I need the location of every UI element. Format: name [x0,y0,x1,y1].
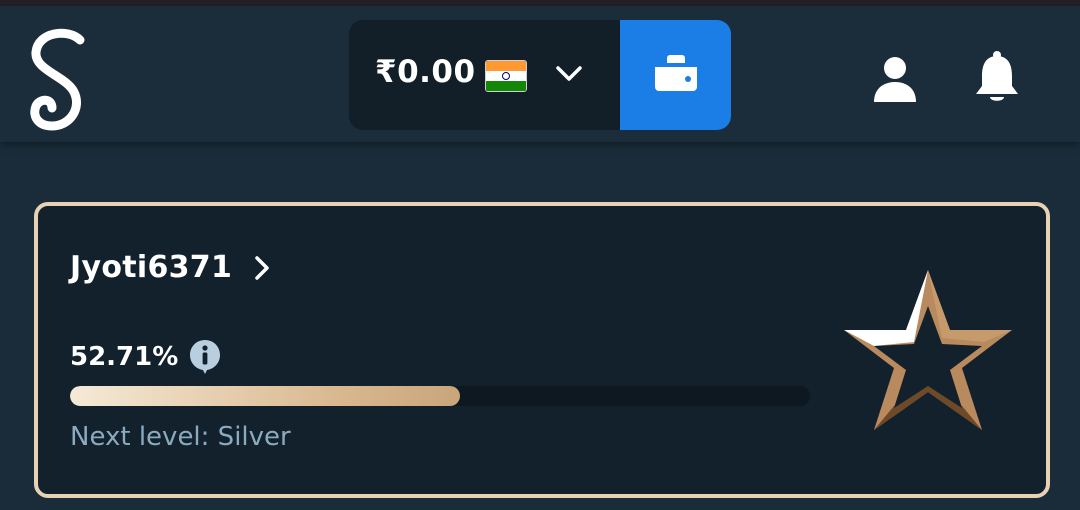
vip-progress-card: Jyoti6371 52.71% Next level: Silver [34,202,1050,498]
progress-fill [70,386,461,406]
balance-group: ₹0.00 [349,20,731,130]
brand-logo-icon[interactable] [22,26,98,136]
username-link[interactable]: Jyoti6371 [70,250,272,285]
progress-percent: 52.71% [70,342,179,372]
user-icon[interactable] [870,54,920,104]
next-level-label: Next level: Silver [70,422,291,452]
wallet-icon [655,55,697,91]
progress-row: 52.71% [70,338,222,376]
india-flag-icon [485,60,527,92]
progress-bar [70,386,810,406]
chevron-down-icon[interactable] [554,62,584,86]
balance-amount: ₹0.00 [375,54,476,90]
bell-icon[interactable] [972,50,1022,106]
bronze-star-icon [844,270,1012,430]
info-icon[interactable] [188,338,222,376]
username: Jyoti6371 [70,250,233,285]
top-header: ₹0.00 [0,6,1080,142]
wallet-button[interactable] [620,20,731,130]
currency-selector[interactable]: ₹0.00 [349,20,620,130]
chevron-right-icon [255,255,269,280]
